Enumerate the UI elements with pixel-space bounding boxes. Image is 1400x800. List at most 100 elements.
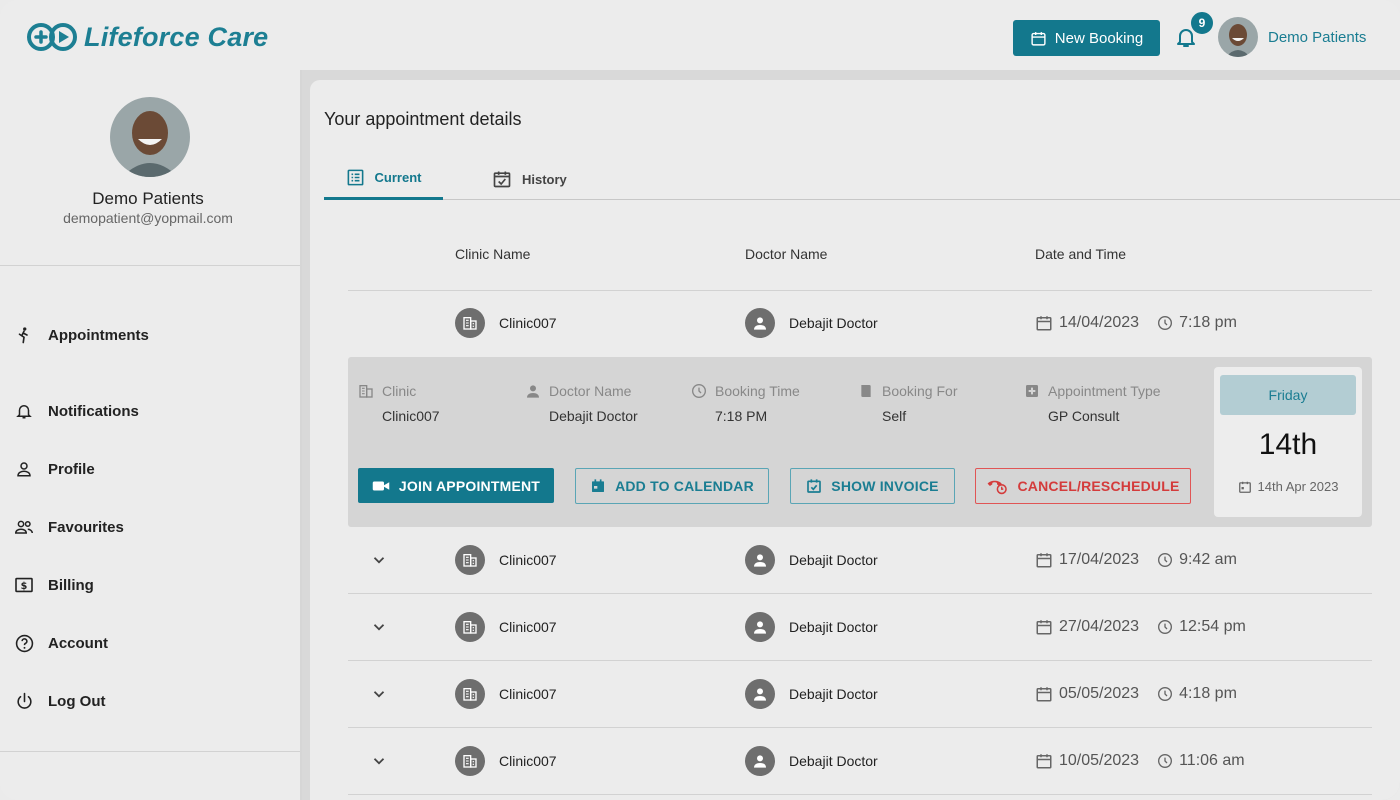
doctor-name: Debajit Doctor [789,686,878,702]
date-card: Friday 14th 14th Apr 2023 [1214,367,1362,517]
table-row[interactable]: Clinic007 Debajit Doctor 05/05/2023 4:18… [348,661,1372,727]
user-photo-icon [1218,17,1258,57]
clock-icon [1157,315,1173,331]
sidebar-item-notifications[interactable]: Notifications [14,382,284,440]
calendar-icon [1031,31,1046,46]
clock-icon [1157,753,1173,769]
header-user-name[interactable]: Demo Patients [1268,29,1366,46]
avatar[interactable] [1218,17,1258,57]
chevron-down-icon[interactable] [370,551,388,569]
person-icon [745,679,775,709]
date-card-full-date: 14th Apr 2023 [1214,479,1362,494]
detail-label: Appointment Type [1048,383,1161,399]
appointment-date: 17/04/2023 [1059,551,1140,568]
detail-label: Clinic [382,383,417,399]
sidebar-item-label: Appointments [48,326,149,344]
tab-bar: Current History [324,158,1400,200]
tab-history[interactable]: History [492,158,567,200]
dollar-icon: $ [14,575,34,595]
add-to-calendar-button[interactable]: ADD TO CALENDAR [575,468,769,504]
building-icon [455,308,485,338]
book-icon [861,385,871,397]
walking-person-icon [14,325,34,345]
detail-value: GP Consult [1048,408,1120,424]
cancel-reschedule-button[interactable]: CANCEL/RESCHEDULE [975,468,1191,504]
profile-email: demopatient@yopmail.com [63,210,233,226]
table-row[interactable]: Clinic007 Debajit Doctor 17/04/2023 9:42… [348,527,1372,593]
sidebar-item-label: Billing [48,576,94,594]
appointment-time: 12:54 pm [1179,618,1246,635]
svg-text:$: $ [21,581,28,592]
help-circle-icon [14,633,34,653]
power-icon [14,691,34,711]
medical-plus-icon [1026,385,1038,397]
list-icon [347,169,363,186]
top-header: Lifeforce Care New Booking 9 Demo Patien… [0,0,1400,70]
new-booking-button[interactable]: New Booking [1013,20,1160,56]
building-icon [455,545,485,575]
show-invoice-button[interactable]: SHOW INVOICE [790,468,955,504]
clock-icon [1157,686,1173,702]
detail-clinic: Clinic Clinic007 [358,383,440,424]
building-icon [455,612,485,642]
show-invoice-label: SHOW INVOICE [831,478,939,494]
tab-current[interactable]: Current [324,158,443,200]
sidebar-item-profile[interactable]: Profile [14,440,284,498]
appointment-time: 9:42 am [1179,551,1237,568]
app-logo[interactable]: Lifeforce Care [26,20,268,54]
table-row[interactable]: Clinic007 Debajit Doctor 14/04/2023 7:18… [348,290,1372,356]
doctor-name: Debajit Doctor [789,619,878,635]
app-name: Lifeforce Care [84,21,269,52]
clinic-name: Clinic007 [499,686,557,702]
person-icon [745,545,775,575]
sidebar-item-logout[interactable]: Log Out [14,672,284,730]
detail-label: Booking Time [715,383,800,399]
sidebar-item-label: Notifications [48,402,139,420]
sidebar-item-billing[interactable]: $ Billing [14,556,284,614]
column-header-doctor: Doctor Name [745,246,828,262]
detail-label: Doctor Name [549,383,632,399]
join-appointment-button[interactable]: JOIN APPOINTMENT [358,468,554,503]
notification-count-badge: 9 [1189,10,1215,36]
sidebar-item-appointments[interactable]: Appointments [14,324,284,346]
profile-avatar [110,97,190,177]
doctor-name: Debajit Doctor [789,315,878,331]
appointment-date: 10/05/2023 [1059,752,1140,769]
sidebar-item-label: Profile [48,460,95,478]
table-row[interactable]: Clinic007 Debajit Doctor 27/04/2023 12:5… [348,594,1372,660]
calendar-icon [1035,685,1053,703]
join-appointment-label: JOIN APPOINTMENT [398,477,541,494]
user-photo-icon [110,97,190,177]
divider [0,751,300,752]
appointment-time: 7:18 pm [1179,314,1237,331]
table-row[interactable]: Clinic007 Debajit Doctor 10/05/2023 11:0… [348,728,1372,794]
person-icon [745,308,775,338]
chevron-down-icon[interactable] [370,752,388,770]
calendar-check-icon [807,479,822,493]
sidebar-item-account[interactable]: Account [14,614,284,672]
detail-booking-time: Booking Time 7:18 PM [691,383,800,424]
row-divider [348,794,1372,795]
clock-icon [1157,619,1173,635]
full-date-text: 14th Apr 2023 [1257,479,1339,494]
app-window: Lifeforce Care New Booking 9 Demo Patien… [0,0,1400,800]
calendar-icon [1035,752,1053,770]
detail-appointment-type: Appointment Type GP Consult [1024,383,1161,424]
clinic-name: Clinic007 [499,552,557,568]
calendar-check-icon [493,171,511,188]
detail-label: Booking For [882,383,958,399]
cancel-reschedule-label: CANCEL/RESCHEDULE [1017,478,1180,494]
calendar-icon [592,479,605,492]
detail-value: 7:18 PM [715,408,768,424]
chevron-down-icon[interactable] [370,685,388,703]
appointment-date: 27/04/2023 [1059,618,1140,635]
detail-value: Self [882,408,907,424]
calendar-icon [1035,314,1053,332]
appointments-panel: Your appointment details Current History… [310,80,1400,800]
detail-value: Clinic007 [382,408,440,424]
building-icon [359,385,373,398]
sidebar-item-favourites[interactable]: Favourites [14,498,284,556]
chevron-down-icon[interactable] [370,618,388,636]
appointment-detail-panel: Clinic Clinic007 Doctor Name Debajit Doc… [348,357,1372,527]
people-icon [14,517,34,537]
